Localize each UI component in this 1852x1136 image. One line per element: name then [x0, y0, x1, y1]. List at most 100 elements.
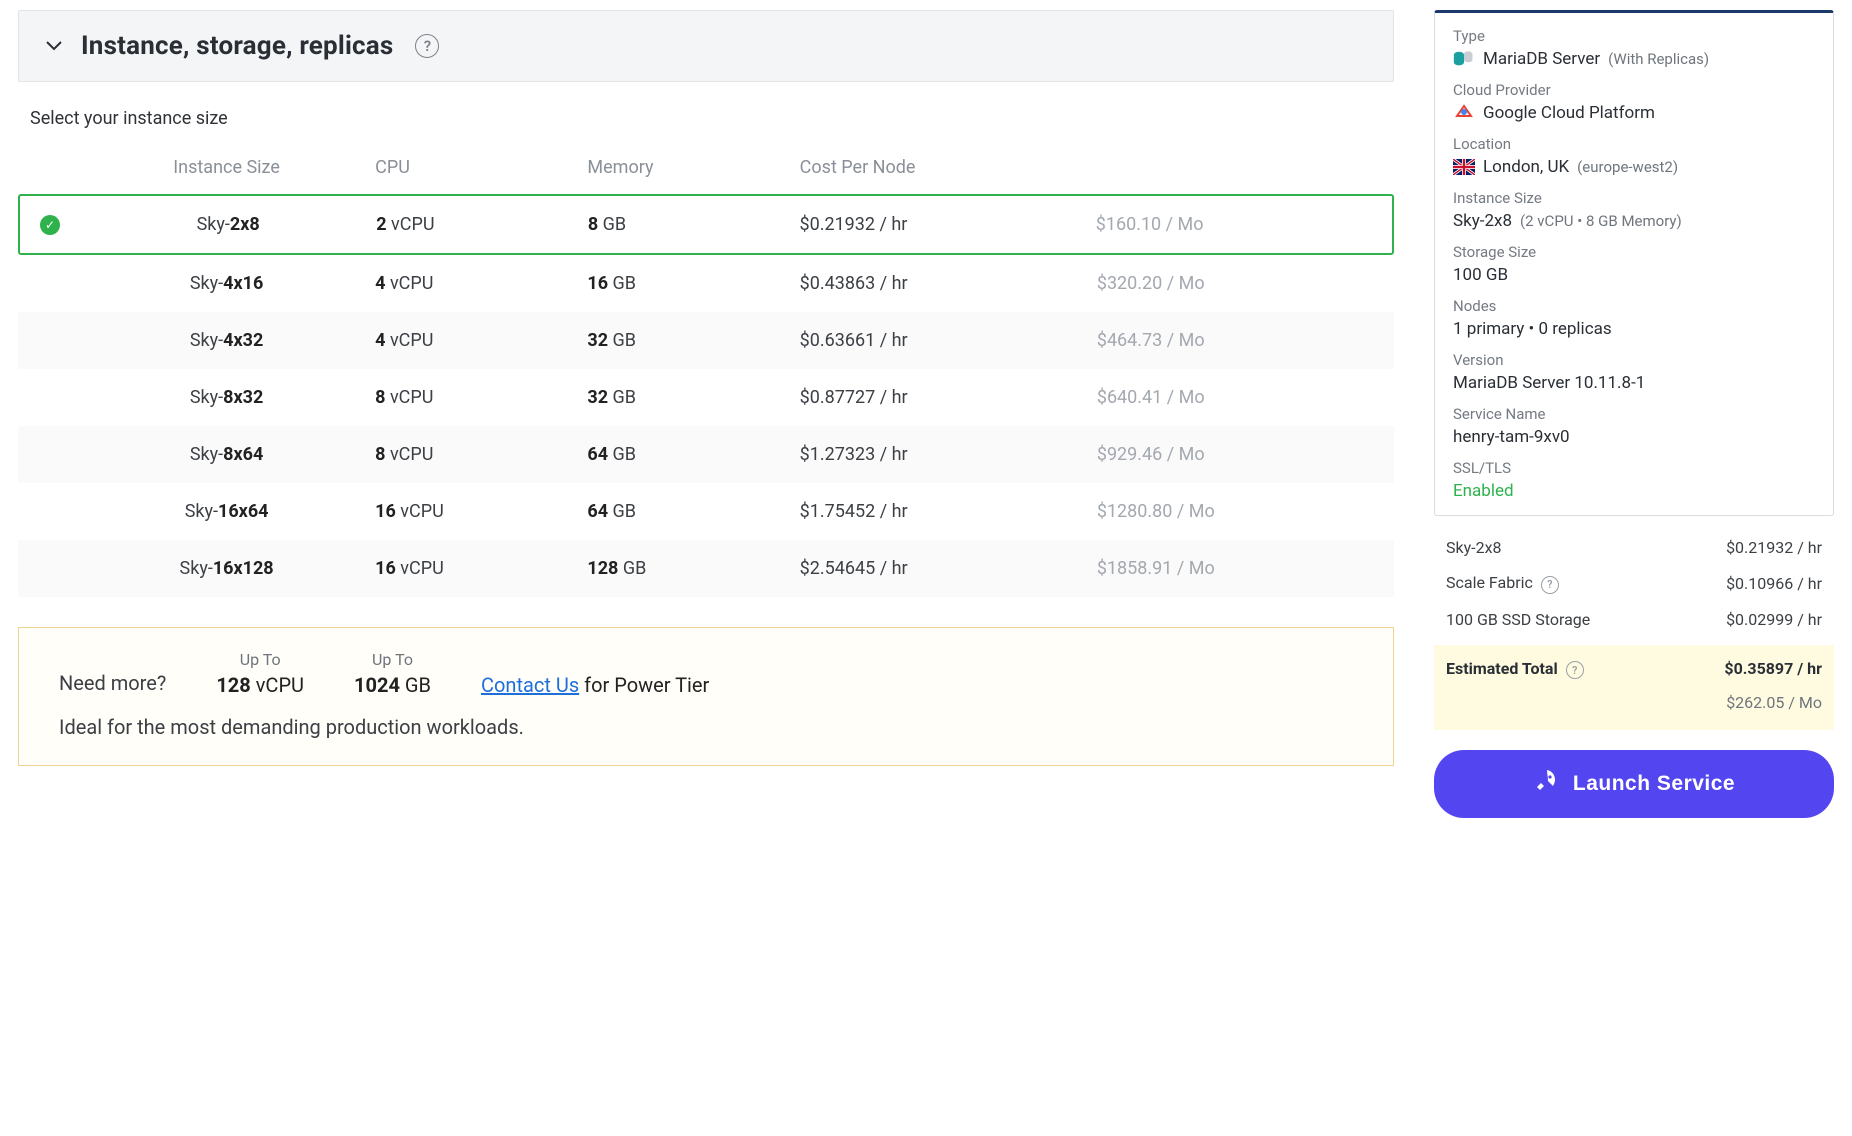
summary-service-label: Service Name: [1453, 405, 1815, 423]
need-more-bottom: Ideal for the most demanding production …: [59, 715, 1353, 739]
header-size: Instance Size: [78, 157, 375, 178]
price-line: Scale Fabric ? $0.10966 / hr: [1446, 565, 1822, 602]
contact-us-link[interactable]: Contact Us: [481, 673, 579, 697]
summary-location-sub: (europe-west2): [1577, 158, 1678, 176]
row-monthly: $640.41 / Mo: [1097, 387, 1394, 408]
summary-version-label: Version: [1453, 351, 1815, 369]
header-cpu: CPU: [375, 157, 587, 178]
row-name-bold: 4x16: [223, 273, 263, 294]
price-line-label: Scale Fabric: [1446, 573, 1533, 592]
row-cpu-unit: vCPU: [390, 387, 433, 408]
row-monthly: $929.46 / Mo: [1097, 444, 1394, 465]
instance-row[interactable]: Sky-8x64 8 vCPU 64 GB $1.27323 / hr $929…: [18, 426, 1394, 483]
row-mem-num: 32: [587, 330, 608, 351]
row-name-pre: Sky-: [180, 558, 213, 579]
summary-ssl-value: Enabled: [1453, 481, 1514, 501]
row-mem-num: 128: [587, 558, 618, 579]
row-cpu-num: 16: [375, 501, 396, 522]
row-name-bold: 8x32: [223, 387, 263, 408]
summary-type-sub: (With Replicas): [1608, 50, 1709, 68]
need-more-label: Need more?: [59, 671, 166, 697]
row-mem-unit: GB: [613, 387, 636, 408]
row-cpu-num: 2: [376, 214, 386, 235]
price-line: 100 GB SSD Storage $0.02999 / hr: [1446, 602, 1822, 637]
summary-instance-value: Sky-2x8: [1453, 211, 1512, 231]
section-subtitle: Select your instance size: [30, 108, 1394, 129]
summary-location-label: Location: [1453, 135, 1815, 153]
row-mem-unit: GB: [613, 273, 636, 294]
row-mem-num: 16: [587, 273, 608, 294]
row-name-bold: 4x32: [223, 330, 263, 351]
instance-row[interactable]: Sky-8x32 8 vCPU 32 GB $0.87727 / hr $640…: [18, 369, 1394, 426]
summary-nodes-label: Nodes: [1453, 297, 1815, 315]
instance-row[interactable]: Sky-16x64 16 vCPU 64 GB $1.75452 / hr $1…: [18, 483, 1394, 540]
header-cost: Cost Per Node: [800, 157, 1097, 178]
summary-nodes-value: 1 primary • 0 replicas: [1453, 319, 1612, 339]
row-name-bold: 2x8: [230, 214, 260, 235]
rocket-icon: [1533, 768, 1559, 800]
check-icon: ✓: [40, 215, 60, 235]
summary-version-value: MariaDB Server 10.11.8-1: [1453, 373, 1645, 393]
row-hourly: $0.63661 / hr: [800, 330, 1097, 351]
row-mem-num: 64: [587, 444, 608, 465]
chevron-down-icon: [43, 35, 65, 57]
row-name-pre: Sky-: [190, 444, 223, 465]
row-cpu-num: 4: [375, 273, 385, 294]
row-cpu-unit: vCPU: [390, 330, 433, 351]
row-mem-num: 8: [588, 214, 598, 235]
price-line-value: $0.21932 / hr: [1726, 538, 1822, 557]
need-more-cpu-unit: vCPU: [256, 673, 304, 697]
row-hourly: $2.54645 / hr: [800, 558, 1097, 579]
summary-storage-value: 100 GB: [1453, 265, 1508, 285]
help-icon[interactable]: ?: [415, 34, 439, 58]
instance-table: Instance Size CPU Memory Cost Per Node ✓…: [18, 147, 1394, 597]
row-monthly: $320.20 / Mo: [1097, 273, 1394, 294]
header-memory: Memory: [587, 157, 799, 178]
section-header[interactable]: Instance, storage, replicas ?: [18, 10, 1394, 82]
row-cpu-num: 4: [375, 330, 385, 351]
row-cpu-unit: vCPU: [391, 214, 434, 235]
row-cpu-num: 16: [375, 558, 396, 579]
summary-ssl-label: SSL/TLS: [1453, 459, 1815, 477]
instance-row[interactable]: Sky-4x16 4 vCPU 16 GB $0.43863 / hr $320…: [18, 255, 1394, 312]
need-more-mem-num: 1024: [354, 673, 400, 697]
row-mem-unit: GB: [603, 214, 626, 235]
row-mem-unit: GB: [613, 444, 636, 465]
launch-service-button[interactable]: Launch Service: [1434, 750, 1834, 818]
row-name-pre: Sky-: [197, 214, 230, 235]
price-line-value: $0.02999 / hr: [1726, 610, 1822, 629]
summary-storage-label: Storage Size: [1453, 243, 1815, 261]
price-lines: Sky-2x8 $0.21932 / hr Scale Fabric ? $0.…: [1434, 526, 1834, 637]
instance-row[interactable]: Sky-16x128 16 vCPU 128 GB $2.54645 / hr …: [18, 540, 1394, 597]
help-icon[interactable]: ?: [1541, 576, 1559, 594]
row-name-pre: Sky-: [190, 387, 223, 408]
price-line-value: $0.10966 / hr: [1726, 574, 1822, 593]
total-monthly: $262.05 / Mo: [1446, 693, 1822, 712]
row-name-pre: Sky-: [190, 330, 223, 351]
row-name-bold: 8x64: [223, 444, 263, 465]
row-mem-unit: GB: [613, 501, 636, 522]
price-line-label: Sky-2x8: [1446, 538, 1502, 557]
row-mem-unit: GB: [623, 558, 646, 579]
row-cpu-unit: vCPU: [400, 501, 443, 522]
row-cpu-num: 8: [375, 387, 385, 408]
row-hourly: $1.27323 / hr: [800, 444, 1097, 465]
price-line: Sky-2x8 $0.21932 / hr: [1446, 530, 1822, 565]
summary-service-value: henry-tam-9xv0: [1453, 427, 1570, 447]
summary-type-value: MariaDB Server: [1483, 49, 1600, 69]
row-name-pre: Sky-: [190, 273, 223, 294]
row-name-bold: 16x128: [213, 558, 274, 579]
row-name-pre: Sky-: [185, 501, 218, 522]
section-title: Instance, storage, replicas: [81, 31, 393, 61]
row-mem-num: 64: [587, 501, 608, 522]
up-to-label-cpu: Up To: [216, 650, 304, 669]
price-line-label: 100 GB SSD Storage: [1446, 610, 1590, 629]
total-label: Estimated Total: [1446, 659, 1558, 678]
instance-row[interactable]: Sky-4x32 4 vCPU 32 GB $0.63661 / hr $464…: [18, 312, 1394, 369]
launch-label: Launch Service: [1573, 772, 1735, 796]
row-mem-num: 32: [587, 387, 608, 408]
help-icon[interactable]: ?: [1566, 661, 1584, 679]
summary-instance-label: Instance Size: [1453, 189, 1815, 207]
instance-row[interactable]: ✓ Sky-2x8 2 vCPU 8 GB $0.21932 / hr $160…: [18, 194, 1394, 255]
row-monthly: $464.73 / Mo: [1097, 330, 1394, 351]
